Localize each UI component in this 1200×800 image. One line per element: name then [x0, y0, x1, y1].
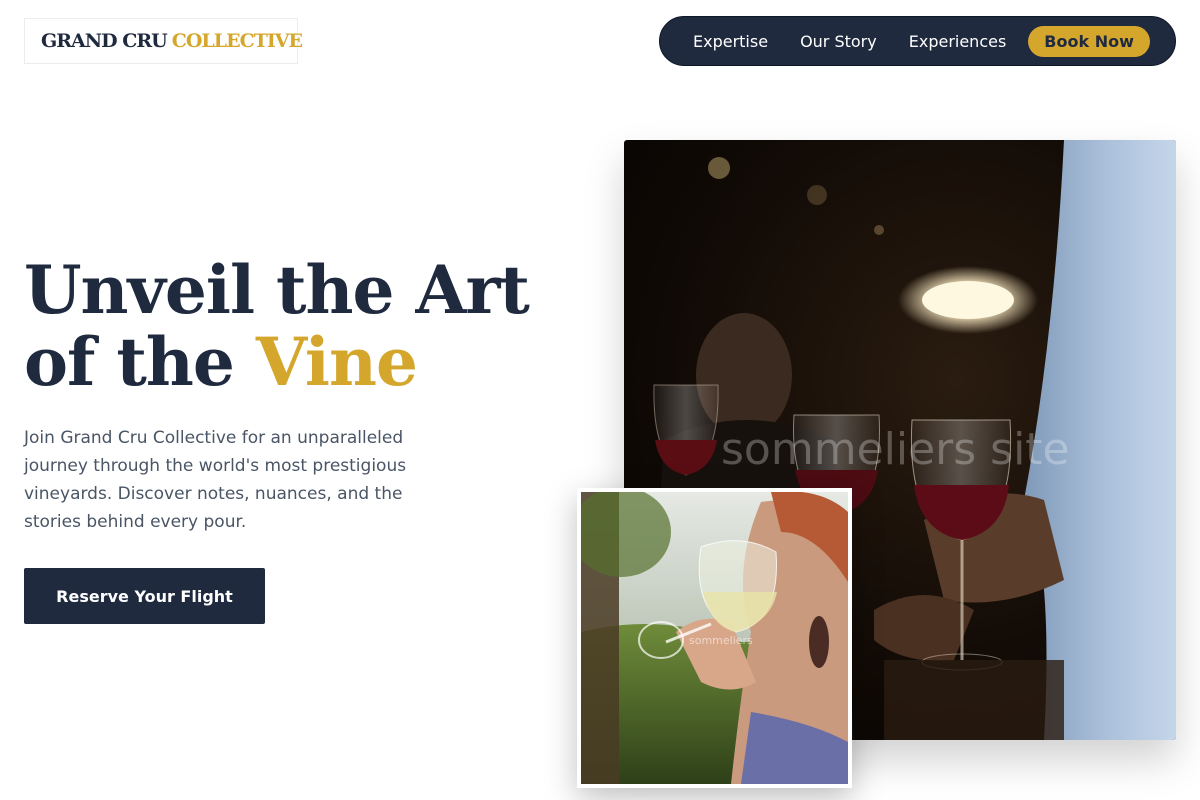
- bokeh-light: [874, 225, 884, 235]
- brand-name-primary: GRAND CRU: [41, 30, 168, 52]
- wine-glass: [653, 384, 719, 476]
- hand: [874, 595, 974, 661]
- main-nav: Expertise Our Story Experiences Book Now: [659, 16, 1176, 66]
- headline-line-2-prefix: of the: [24, 323, 235, 401]
- table-shadow: [884, 660, 1064, 740]
- earring: [809, 616, 829, 668]
- inset-photo-white-wine: sommeliers: [577, 488, 852, 788]
- nav-link-our-story[interactable]: Our Story: [800, 32, 877, 51]
- nav-link-experiences[interactable]: Experiences: [909, 32, 1007, 51]
- bokeh-light: [708, 157, 730, 179]
- brand-logo[interactable]: GRAND CRU COLLECTIVE: [24, 18, 303, 64]
- nav-link-expertise[interactable]: Expertise: [693, 32, 768, 51]
- brand-name-accent: COLLECTIVE: [171, 30, 303, 52]
- hero-headline: Unveil the Art of the Vine: [24, 254, 584, 398]
- inset-watermark: sommeliers: [689, 634, 753, 647]
- image-watermark: sommeliers site: [721, 424, 1070, 475]
- hero-description: Join Grand Cru Collective for an unparal…: [24, 428, 407, 532]
- headline-line-1: Unveil the Art: [24, 251, 530, 329]
- pendant-lamp-bulb: [922, 281, 1014, 319]
- bokeh-light: [807, 185, 827, 205]
- book-now-button[interactable]: Book Now: [1028, 25, 1150, 57]
- headline-accent-word: Vine: [255, 323, 418, 401]
- reserve-flight-button[interactable]: Reserve Your Flight: [24, 568, 265, 624]
